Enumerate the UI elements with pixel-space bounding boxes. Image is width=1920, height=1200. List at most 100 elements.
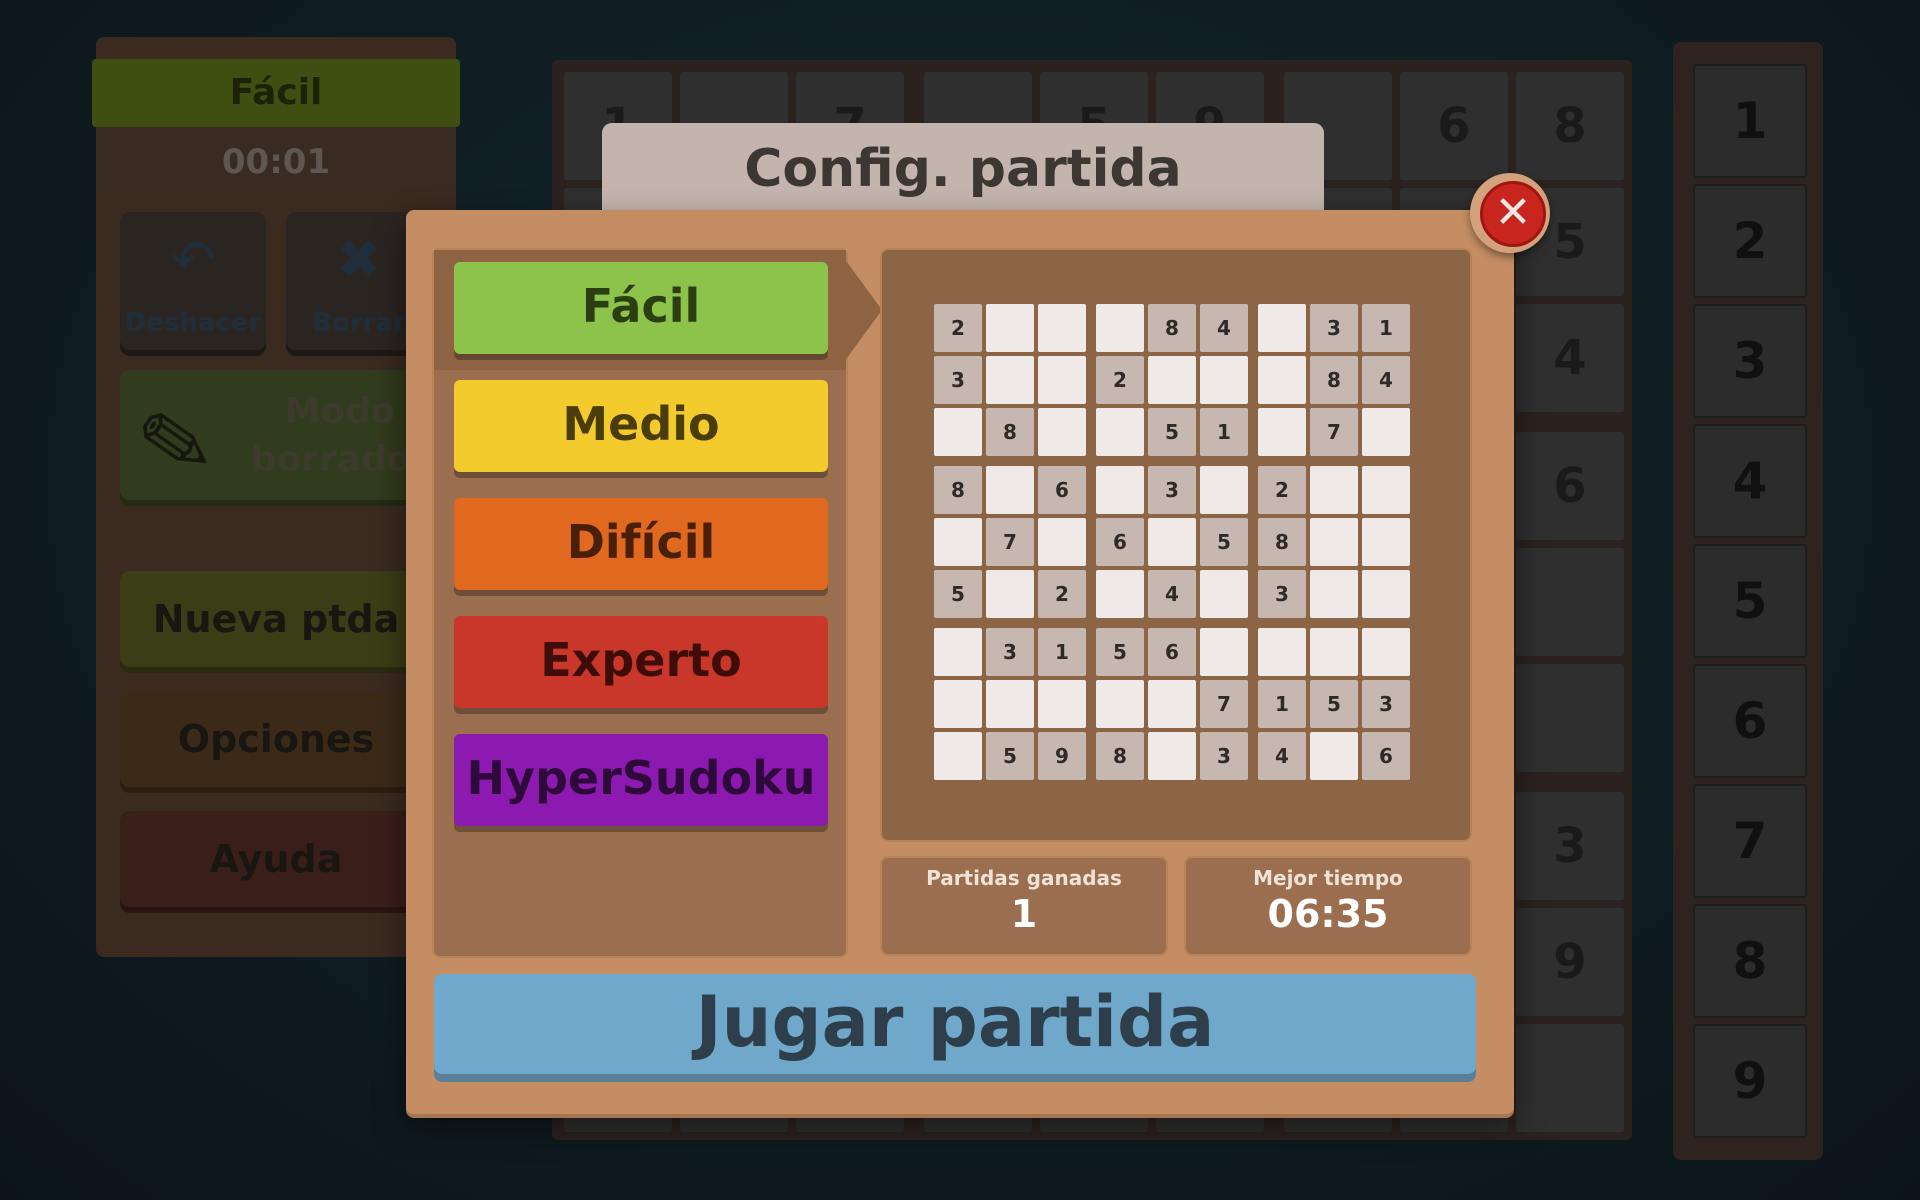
preview-cell: 6 — [1038, 466, 1086, 514]
preview-cell — [1310, 732, 1358, 780]
preview-cell: 3 — [1148, 466, 1196, 514]
preview-cell — [934, 408, 982, 456]
preview-cell — [1038, 408, 1086, 456]
help-button[interactable]: Ayuda — [120, 811, 432, 907]
best-time-value: 06:35 — [1267, 892, 1389, 936]
preview-cell: 8 — [1258, 518, 1306, 566]
number-button-8[interactable]: 8 — [1693, 904, 1807, 1018]
preview-cell: 3 — [986, 628, 1034, 676]
games-won-value: 1 — [1010, 892, 1038, 936]
board-cell[interactable]: 4 — [1516, 304, 1624, 412]
preview-cell: 5 — [1310, 680, 1358, 728]
undo-button[interactable]: ↶ Deshacer — [120, 212, 266, 350]
preview-cell: 3 — [1310, 304, 1358, 352]
board-cell[interactable] — [1516, 548, 1624, 656]
preview-cell: 8 — [986, 408, 1034, 456]
board-cell[interactable]: 9 — [1516, 908, 1624, 1016]
preview-cell: 2 — [1096, 356, 1144, 404]
preview-cell — [1362, 570, 1410, 618]
board-cell[interactable]: 3 — [1516, 792, 1624, 900]
close-button[interactable]: ✕ — [1470, 173, 1550, 253]
preview-cell — [1362, 466, 1410, 514]
preview-cell — [934, 732, 982, 780]
pencil-icon: ✎ — [129, 386, 222, 503]
preview-cell: 9 — [1038, 732, 1086, 780]
number-button-6[interactable]: 6 — [1693, 664, 1807, 778]
preview-cell: 3 — [1258, 570, 1306, 618]
play-game-button[interactable]: Jugar partida — [434, 974, 1476, 1074]
board-cell[interactable]: 8 — [1516, 72, 1624, 180]
board-cell[interactable]: 6 — [1516, 432, 1624, 540]
preview-cell — [1200, 570, 1248, 618]
preview-cell — [1310, 570, 1358, 618]
preview-cell — [1362, 408, 1410, 456]
number-button-5[interactable]: 5 — [1693, 544, 1807, 658]
preview-cell — [1258, 304, 1306, 352]
preview-cell — [1096, 680, 1144, 728]
preview-cell: 5 — [1148, 408, 1196, 456]
preview-cell: 2 — [934, 304, 982, 352]
preview-cell: 1 — [1038, 628, 1086, 676]
number-button-9[interactable]: 9 — [1693, 1024, 1807, 1138]
undo-icon: ↶ — [170, 228, 216, 291]
preview-cell — [1258, 356, 1306, 404]
preview-cell: 4 — [1200, 304, 1248, 352]
difficulty-hard-button[interactable]: Difícil — [454, 498, 828, 590]
preview-cell: 7 — [1310, 408, 1358, 456]
preview-cell: 2 — [1258, 466, 1306, 514]
number-button-4[interactable]: 4 — [1693, 424, 1807, 538]
preview-cell: 5 — [1096, 628, 1144, 676]
number-button-7[interactable]: 7 — [1693, 784, 1807, 898]
number-button-3[interactable]: 3 — [1693, 304, 1807, 418]
difficulty-hypersudoku-button[interactable]: HyperSudoku — [454, 734, 828, 826]
board-cell[interactable] — [1516, 1024, 1624, 1132]
preview-cell — [1096, 304, 1144, 352]
preview-cell — [1148, 732, 1196, 780]
puzzle-preview: 284313284851786327658524331567153598346 — [880, 248, 1472, 842]
difficulty-medium-button[interactable]: Medio — [454, 380, 828, 472]
preview-cell — [1148, 356, 1196, 404]
preview-cell: 7 — [1200, 680, 1248, 728]
current-difficulty: Fácil — [92, 59, 460, 127]
preview-cell — [1038, 680, 1086, 728]
preview-cell — [934, 680, 982, 728]
difficulty-easy-button[interactable]: Fácil — [454, 262, 828, 354]
preview-cell: 8 — [1096, 732, 1144, 780]
preview-cell — [1362, 518, 1410, 566]
preview-cell — [1096, 570, 1144, 618]
difficulty-list: Fácil Medio Difícil Experto HyperSudoku — [432, 248, 848, 958]
preview-cell: 3 — [934, 356, 982, 404]
number-button-1[interactable]: 1 — [1693, 64, 1807, 178]
board-cell[interactable] — [1516, 664, 1624, 772]
preview-cell — [1362, 628, 1410, 676]
best-time-label: Mejor tiempo — [1253, 866, 1403, 890]
preview-cell — [934, 628, 982, 676]
preview-cell: 8 — [1148, 304, 1196, 352]
preview-cell — [986, 680, 1034, 728]
new-game-button[interactable]: Nueva ptda — [120, 571, 432, 667]
preview-cell: 3 — [1200, 732, 1248, 780]
preview-cell: 5 — [986, 732, 1034, 780]
preview-cell — [1310, 466, 1358, 514]
preview-cell — [1148, 680, 1196, 728]
preview-cell: 7 — [986, 518, 1034, 566]
selection-arrow — [844, 258, 882, 362]
options-button[interactable]: Opciones — [120, 691, 432, 787]
preview-cell — [1258, 628, 1306, 676]
eraser-mode-toggle[interactable]: ✎ Modo borrador — [120, 370, 432, 503]
board-cell[interactable]: 6 — [1400, 72, 1508, 180]
side-menu: Fácil 00:01 ↶ Deshacer ✖ Borrar ✎ Modo b… — [92, 37, 460, 957]
preview-cell — [1258, 408, 1306, 456]
preview-cell: 1 — [1200, 408, 1248, 456]
preview-cell — [1200, 356, 1248, 404]
preview-cell — [986, 356, 1034, 404]
preview-cell: 4 — [1362, 356, 1410, 404]
preview-cell: 5 — [1200, 518, 1248, 566]
difficulty-expert-button[interactable]: Experto — [454, 616, 828, 708]
number-button-2[interactable]: 2 — [1693, 184, 1807, 298]
preview-cell: 4 — [1258, 732, 1306, 780]
preview-cell — [986, 570, 1034, 618]
preview-cell — [1038, 518, 1086, 566]
games-won-box: Partidas ganadas 1 — [880, 856, 1168, 956]
preview-cell: 3 — [1362, 680, 1410, 728]
